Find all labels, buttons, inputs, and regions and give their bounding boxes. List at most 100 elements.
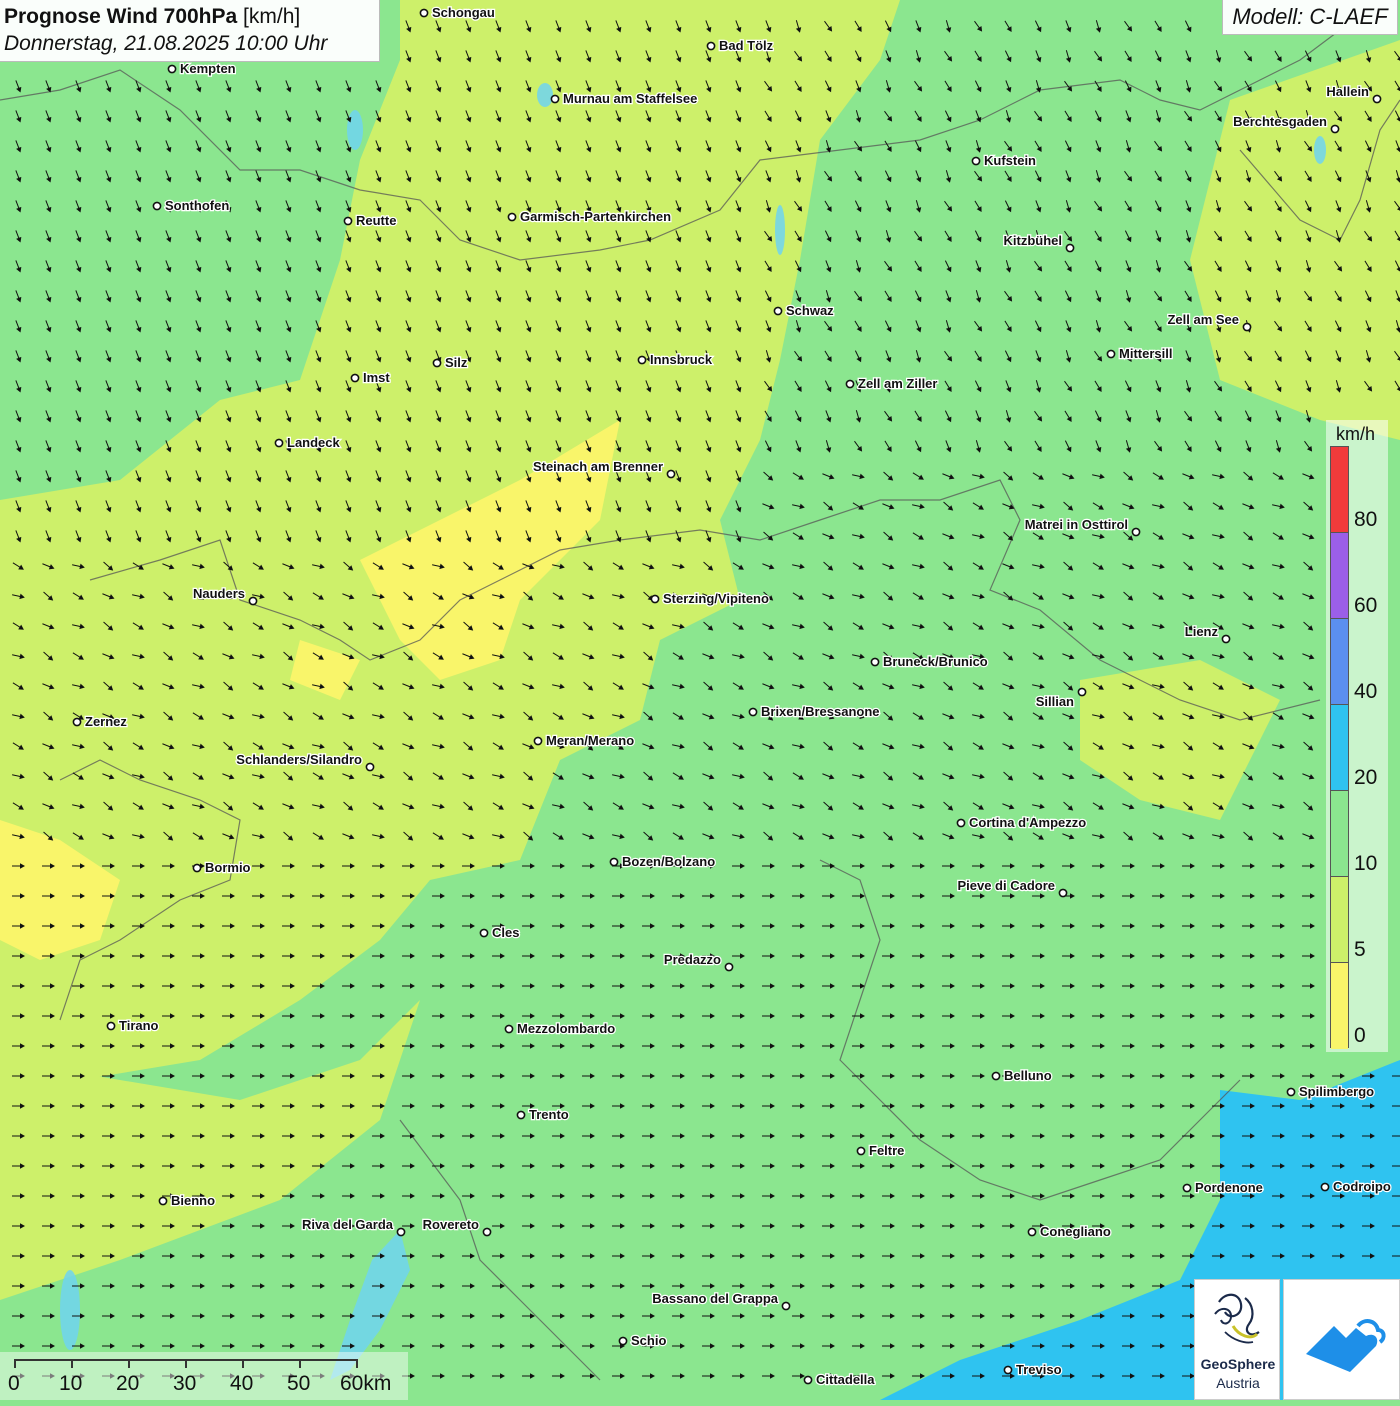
legend-segment bbox=[1331, 963, 1348, 1049]
scale-label: 0 bbox=[8, 1372, 20, 1395]
city-label: Predazzo bbox=[664, 952, 721, 967]
city-dot bbox=[106, 1021, 116, 1031]
city-dot bbox=[1320, 1182, 1330, 1192]
city-label: Kempten bbox=[180, 61, 236, 76]
city-dot bbox=[609, 857, 619, 867]
legend-tick-label: 5 bbox=[1354, 938, 1366, 961]
city-label: Murnau am Staffelsee bbox=[563, 91, 697, 106]
wind-map[interactable]: Schongau Bad Tölz Kempten Murnau am Staffel… bbox=[0, 0, 1400, 1400]
city-dot bbox=[870, 657, 880, 667]
city-label: Zell am Ziller bbox=[858, 376, 937, 391]
city-dot bbox=[152, 201, 162, 211]
city-dot bbox=[482, 1227, 492, 1237]
city-marker: Innsbruck bbox=[637, 351, 714, 368]
city-label: Treviso bbox=[1016, 1362, 1062, 1377]
forecast-datetime: Donnerstag, 21.08.2025 10:00 Uhr bbox=[4, 32, 328, 55]
color-legend: km/h 80 60 40 20 10 5 0 bbox=[1326, 420, 1388, 1052]
legend-segment bbox=[1331, 533, 1348, 619]
city-dot bbox=[192, 863, 202, 873]
city-label: Cles bbox=[492, 925, 519, 940]
city-dot bbox=[248, 596, 258, 606]
city-label: Schongau bbox=[432, 5, 495, 20]
city-label: Belluno bbox=[1004, 1068, 1052, 1083]
city-marker: Bozen/Bolzano bbox=[609, 853, 716, 870]
city-label: Cittadella bbox=[816, 1372, 875, 1387]
legend-tick-label: 40 bbox=[1354, 680, 1378, 703]
city-label: Schio bbox=[631, 1333, 666, 1348]
model-label: Modell: C-LAEF bbox=[1222, 0, 1398, 35]
city-dot bbox=[773, 306, 783, 316]
legend-colorbar bbox=[1330, 446, 1349, 1049]
weather-app-icon bbox=[1306, 1319, 1386, 1372]
city-dot bbox=[550, 94, 560, 104]
city-marker: Sonthofen bbox=[152, 197, 231, 214]
city-label: Zernez bbox=[85, 714, 127, 729]
city-dot bbox=[507, 212, 517, 222]
city-dot bbox=[845, 379, 855, 389]
city-marker: Zell am Ziller bbox=[845, 375, 939, 392]
legend-segment bbox=[1331, 619, 1348, 705]
city-dot bbox=[516, 1110, 526, 1120]
scale-tick bbox=[71, 1359, 73, 1368]
scale-tick bbox=[242, 1359, 244, 1368]
city-label: Landeck bbox=[287, 435, 341, 450]
city-dot bbox=[1182, 1183, 1192, 1193]
city-label: Bad Tölz bbox=[719, 38, 774, 53]
scale-tick bbox=[185, 1359, 187, 1368]
city-marker: Conegliano bbox=[1027, 1223, 1112, 1240]
city-dot bbox=[724, 962, 734, 972]
city-label: Conegliano bbox=[1040, 1224, 1111, 1239]
city-marker: Cortina d'Ampezzo bbox=[956, 814, 1088, 831]
scale-tick bbox=[128, 1359, 130, 1368]
city-label: Hallein bbox=[1326, 84, 1369, 99]
scale-label: 40 bbox=[230, 1372, 254, 1395]
city-marker: Pordenone bbox=[1182, 1179, 1264, 1196]
city-marker: Cittadella bbox=[803, 1371, 877, 1388]
city-marker: Schongau bbox=[419, 4, 496, 21]
city-dot bbox=[533, 736, 543, 746]
city-dot bbox=[1065, 243, 1075, 253]
city-dot bbox=[1131, 527, 1141, 537]
city-dot bbox=[1286, 1087, 1296, 1097]
legend-tick-label: 20 bbox=[1354, 766, 1378, 789]
city-label: Sterzing/Vipiteno bbox=[663, 591, 769, 606]
city-label: Garmisch-Partenkirchen bbox=[520, 209, 671, 224]
weather-app-logo[interactable] bbox=[1283, 1279, 1400, 1400]
city-label: Mittersill bbox=[1119, 346, 1172, 361]
city-label: Steinach am Brenner bbox=[533, 459, 663, 474]
city-marker: Spilimbergo bbox=[1286, 1083, 1375, 1100]
legend-segment bbox=[1331, 877, 1348, 963]
city-label: Spilimbergo bbox=[1299, 1084, 1374, 1099]
scale-label: 60km bbox=[340, 1372, 392, 1395]
city-label: Meran/Merano bbox=[546, 733, 634, 748]
city-label: Imst bbox=[363, 370, 390, 385]
city-label: Mezzolombardo bbox=[517, 1021, 615, 1036]
legend-unit: km/h bbox=[1336, 424, 1376, 444]
city-marker: Bruneck/Brunico bbox=[870, 653, 989, 670]
city-label: Schwaz bbox=[786, 303, 834, 318]
city-dot bbox=[856, 1146, 866, 1156]
city-marker: Mezzolombardo bbox=[504, 1020, 617, 1037]
city-dot bbox=[343, 216, 353, 226]
city-label: Trento bbox=[529, 1107, 569, 1122]
city-dot bbox=[1242, 322, 1252, 332]
city-dot bbox=[365, 762, 375, 772]
city-dot bbox=[956, 818, 966, 828]
scale-tick bbox=[14, 1359, 16, 1368]
city-dot bbox=[479, 928, 489, 938]
city-label: Feltre bbox=[869, 1143, 904, 1158]
city-dot bbox=[1330, 124, 1340, 134]
scale-label: 20 bbox=[116, 1372, 140, 1395]
city-dot bbox=[991, 1071, 1001, 1081]
geosphere-logo[interactable]: GeoSphere Austria bbox=[1194, 1279, 1280, 1400]
city-dot bbox=[706, 41, 716, 51]
city-dot bbox=[396, 1227, 406, 1237]
legend-segment bbox=[1331, 705, 1348, 791]
city-marker: Garmisch-Partenkirchen bbox=[507, 208, 672, 225]
city-dot bbox=[781, 1301, 791, 1311]
city-dot bbox=[1372, 94, 1382, 104]
city-dot bbox=[637, 355, 647, 365]
geosphere-emblem-icon bbox=[1214, 1293, 1260, 1344]
city-label: Cortina d'Ampezzo bbox=[969, 815, 1086, 830]
legend-tick-label: 0 bbox=[1354, 1024, 1366, 1047]
